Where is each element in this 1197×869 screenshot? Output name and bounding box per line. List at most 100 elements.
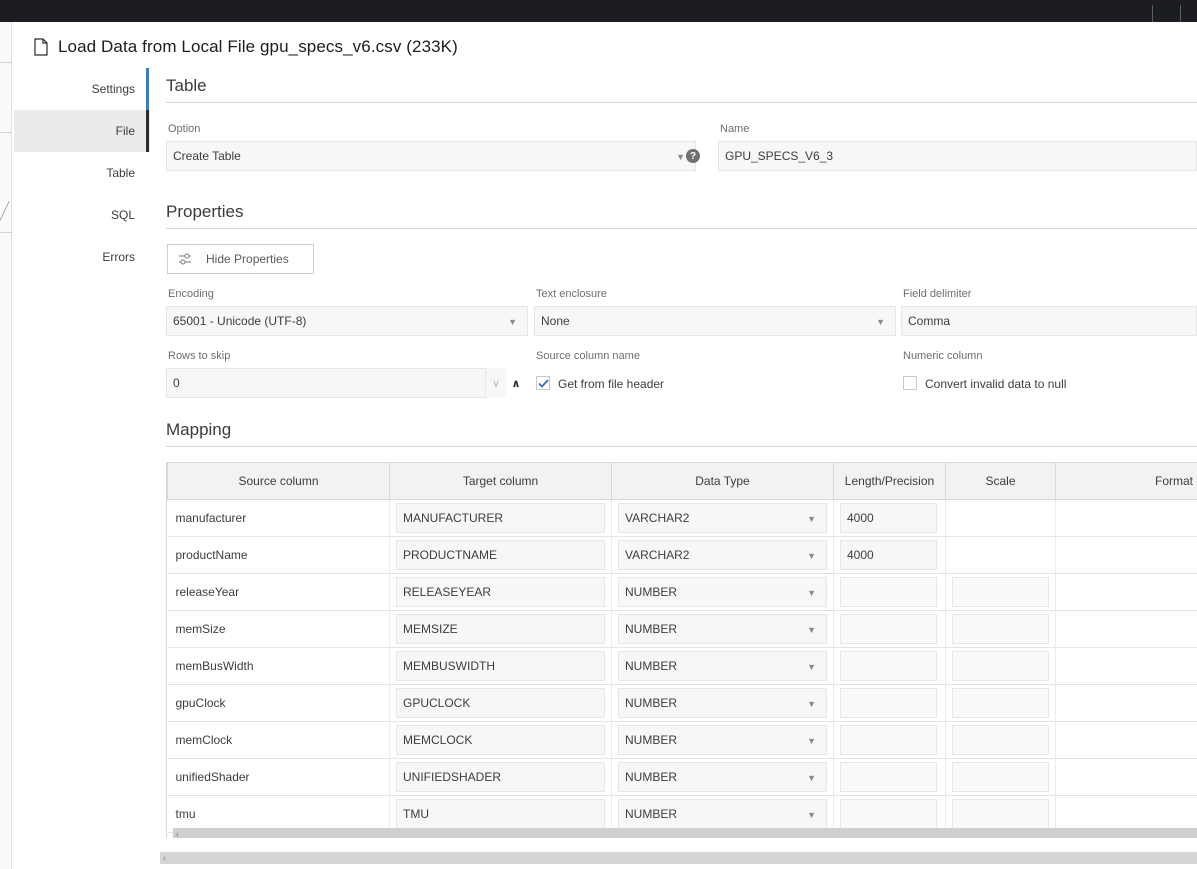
scale-input[interactable] (952, 614, 1049, 644)
column-header[interactable]: Length/Precision (833, 462, 946, 500)
scale-input[interactable] (952, 762, 1049, 792)
source-column-cell: manufacturer (167, 499, 390, 537)
data-type-select[interactable]: VARCHAR2 ▼ (618, 503, 827, 533)
target-column-cell: GPUCLOCK (389, 684, 612, 722)
length-input[interactable] (840, 614, 937, 644)
scale-input[interactable] (952, 799, 1049, 829)
nav-item-label: SQL (110, 208, 135, 222)
scale-input[interactable] (952, 688, 1049, 718)
length-input[interactable]: 4000 (840, 540, 937, 570)
table-horizontal-scrollbar[interactable]: ‹ (173, 828, 1197, 838)
nav-item-table[interactable]: Table (14, 152, 150, 194)
table-name-input[interactable]: GPU_SPECS_V6_3 (718, 141, 1197, 171)
scale-input[interactable] (952, 577, 1049, 607)
data-type-select[interactable]: VARCHAR2 ▼ (618, 540, 827, 570)
length-cell (833, 647, 946, 685)
load-data-dialog: Load Data from Local File gpu_specs_v6.c… (14, 22, 1197, 869)
chevron-down-icon: ▼ (807, 810, 816, 820)
data-type-select[interactable]: NUMBER ▼ (618, 651, 827, 681)
dialog-horizontal-scrollbar[interactable]: ‹ (160, 852, 1197, 864)
target-column-input[interactable]: MEMCLOCK (396, 725, 605, 755)
rows-to-skip-input[interactable]: 0 (166, 368, 486, 398)
column-header[interactable]: Data Type (611, 462, 834, 500)
nav-item-errors[interactable]: Errors (14, 236, 150, 278)
scale-cell (945, 647, 1056, 685)
target-column-input[interactable]: GPUCLOCK (396, 688, 605, 718)
scale-input[interactable] (952, 651, 1049, 681)
data-type-select[interactable]: NUMBER ▼ (618, 577, 827, 607)
data-type-cell: NUMBER ▼ (611, 610, 834, 648)
table-row: memBusWidth MEMBUSWIDTH NUMBER ▼ (167, 647, 1197, 685)
scroll-left-icon[interactable]: ‹ (163, 852, 166, 864)
mapping-table: Source column Target column Data Type Le… (167, 462, 1197, 833)
target-column-value: MEMSIZE (403, 622, 458, 636)
rows-to-skip-value: 0 (173, 376, 180, 390)
target-column-input[interactable]: MANUFACTURER (396, 503, 605, 533)
length-input[interactable] (840, 577, 937, 607)
length-value: 4000 (847, 511, 874, 525)
mapping-section-title: Mapping (166, 420, 232, 439)
nav-item-sql[interactable]: SQL (14, 194, 150, 236)
help-circle-icon[interactable]: ? (686, 149, 700, 163)
target-column-input[interactable]: MEMSIZE (396, 614, 605, 644)
length-input[interactable] (840, 688, 937, 718)
length-input[interactable] (840, 799, 937, 829)
target-column-input[interactable]: TMU (396, 799, 605, 829)
chevron-down-icon: ▼ (807, 699, 816, 709)
option-label: Option (168, 123, 201, 135)
encoding-select[interactable]: 65001 - Unicode (UTF-8) ▼ (166, 306, 528, 336)
chevron-up-icon[interactable]: ∧ (506, 368, 526, 398)
format-cell (1055, 721, 1197, 759)
column-header[interactable]: Target column (389, 462, 612, 500)
convert-invalid-checkbox[interactable] (903, 376, 917, 390)
table-row: unifiedShader UNIFIEDSHADER NUMBER ▼ (167, 758, 1197, 796)
data-type-select[interactable]: NUMBER ▼ (618, 688, 827, 718)
scroll-left-icon[interactable]: ‹ (176, 828, 179, 838)
target-column-cell: PRODUCTNAME (389, 536, 612, 574)
source-column-cell: memBusWidth (167, 647, 390, 685)
data-type-value: VARCHAR2 (625, 548, 690, 562)
format-cell (1055, 647, 1197, 685)
column-header[interactable]: Source column (167, 462, 390, 500)
target-column-cell: RELEASEYEAR (389, 573, 612, 611)
table-row: productName PRODUCTNAME VARCHAR2 ▼ 4000 (167, 536, 1197, 574)
chevron-down-icon[interactable]: ∨ (486, 368, 506, 398)
target-column-input[interactable]: MEMBUSWIDTH (396, 651, 605, 681)
column-header[interactable]: Format (1055, 462, 1197, 500)
get-from-header-checkbox[interactable] (536, 376, 550, 390)
length-input[interactable] (840, 651, 937, 681)
data-type-select[interactable]: NUMBER ▼ (618, 725, 827, 755)
field-delimiter-select[interactable]: Comma (901, 306, 1197, 336)
dialog-title-text: Load Data from Local File gpu_specs_v6.c… (58, 37, 458, 56)
hide-properties-button[interactable]: Hide Properties (167, 244, 314, 274)
column-header[interactable]: Scale (945, 462, 1056, 500)
nav-item-file[interactable]: File (14, 110, 150, 152)
target-column-input[interactable]: UNIFIEDSHADER (396, 762, 605, 792)
target-column-value: GPUCLOCK (403, 696, 471, 710)
target-column-cell: TMU (389, 795, 612, 833)
target-column-input[interactable]: RELEASEYEAR (396, 577, 605, 607)
length-input[interactable] (840, 762, 937, 792)
length-cell (833, 573, 946, 611)
option-select[interactable]: Create Table ▼ (166, 141, 696, 171)
data-type-select[interactable]: NUMBER ▼ (618, 799, 827, 829)
text-enclosure-select[interactable]: None ▼ (534, 306, 896, 336)
encoding-value: 65001 - Unicode (UTF-8) (173, 314, 307, 328)
target-column-value: MANUFACTURER (403, 511, 504, 525)
source-column-cell: releaseYear (167, 573, 390, 611)
target-column-input[interactable]: PRODUCTNAME (396, 540, 605, 570)
data-type-select[interactable]: NUMBER ▼ (618, 762, 827, 792)
length-input[interactable]: 4000 (840, 503, 937, 533)
dialog-title: Load Data from Local File gpu_specs_v6.c… (34, 36, 458, 58)
section-divider (166, 446, 1197, 447)
scale-input[interactable] (952, 725, 1049, 755)
format-cell (1055, 610, 1197, 648)
table-row: manufacturer MANUFACTURER VARCHAR2 ▼ 4000 (167, 499, 1197, 537)
target-column-cell: MANUFACTURER (389, 499, 612, 537)
nav-item-label: File (115, 124, 135, 138)
hide-properties-label: Hide Properties (206, 252, 289, 266)
length-input[interactable] (840, 725, 937, 755)
data-type-cell: VARCHAR2 ▼ (611, 536, 834, 574)
nav-item-settings[interactable]: Settings (14, 68, 150, 110)
data-type-select[interactable]: NUMBER ▼ (618, 614, 827, 644)
